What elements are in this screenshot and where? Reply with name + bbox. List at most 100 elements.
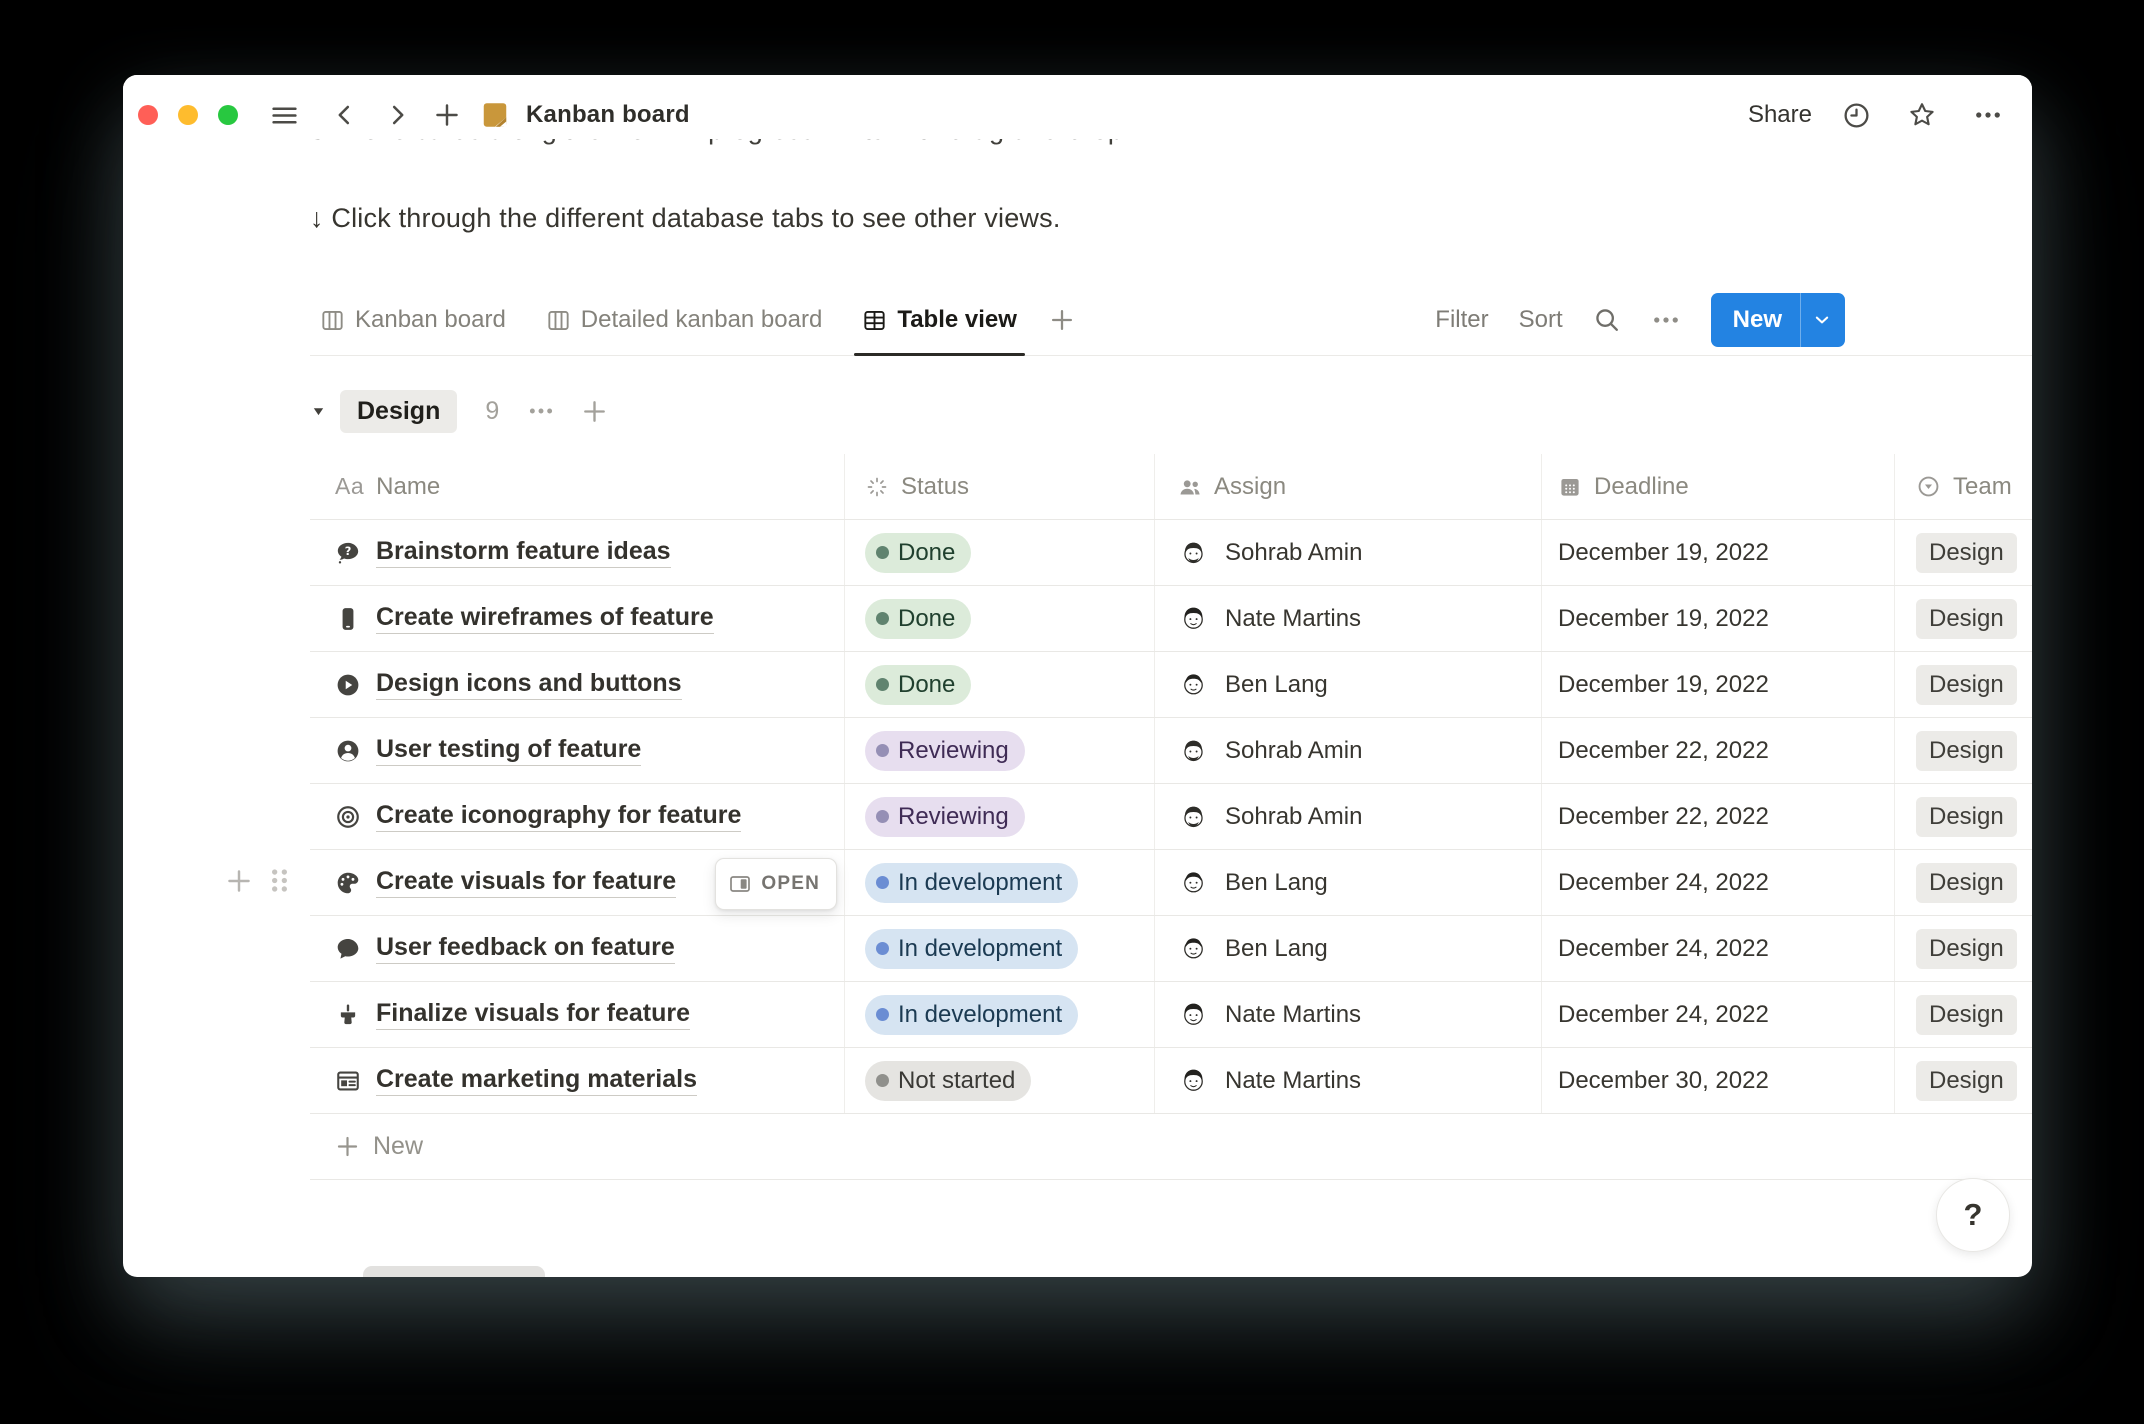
status-badge[interactable]: Done xyxy=(865,598,972,639)
new-button[interactable]: New xyxy=(1710,293,1845,347)
status-dot xyxy=(876,1074,889,1087)
deadline-cell[interactable]: December 19, 2022 xyxy=(1542,586,1895,651)
task-title[interactable]: Create marketing materials xyxy=(376,1065,697,1096)
filter-button[interactable]: Filter xyxy=(1435,306,1488,334)
deadline-cell[interactable]: December 19, 2022 xyxy=(1542,652,1895,717)
new-page-icon[interactable] xyxy=(433,101,461,129)
close-window-button[interactable] xyxy=(138,105,158,125)
new-row-button[interactable]: New xyxy=(310,1114,2032,1180)
tab-kanban-board[interactable]: Kanban board xyxy=(310,285,516,355)
sidebar-menu-icon[interactable] xyxy=(270,101,299,130)
add-row-icon[interactable] xyxy=(225,867,253,895)
status-badge[interactable]: Done xyxy=(865,664,972,705)
team-cell[interactable]: Design xyxy=(1895,916,2032,981)
team-cell[interactable]: Design xyxy=(1895,586,2032,651)
status-badge[interactable]: In development xyxy=(865,928,1079,969)
task-title[interactable]: Create iconography for feature xyxy=(376,801,742,832)
task-title[interactable]: Finalize visuals for feature xyxy=(376,999,690,1030)
tab-label: Kanban board xyxy=(355,306,506,333)
task-title[interactable]: Design icons and buttons xyxy=(376,669,682,700)
share-button[interactable]: Share xyxy=(1748,101,1812,129)
plus-icon xyxy=(335,1134,360,1159)
task-title[interactable]: Create wireframes of feature xyxy=(376,603,714,634)
updates-clock-icon[interactable] xyxy=(1842,101,1871,130)
assignee-cell[interactable]: Sohrab Amin xyxy=(1155,784,1542,849)
avatar xyxy=(1178,1065,1209,1096)
assignee-cell[interactable]: Ben Lang xyxy=(1155,652,1542,717)
team-cell[interactable]: Design xyxy=(1895,652,2032,717)
view-controls: Filter Sort New xyxy=(1435,293,1845,347)
team-badge: Design xyxy=(1916,598,2017,639)
avatar xyxy=(1178,933,1209,964)
task-title[interactable]: User feedback on feature xyxy=(376,933,675,964)
forward-icon[interactable] xyxy=(384,102,410,128)
open-page-button[interactable]: OPEN xyxy=(715,858,837,910)
status-badge[interactable]: Not started xyxy=(865,1060,1032,1101)
status-badge[interactable]: Reviewing xyxy=(865,796,1025,837)
page-title[interactable]: Kanban board xyxy=(526,101,690,129)
deadline-cell[interactable]: December 30, 2022 xyxy=(1542,1048,1895,1113)
status-dot xyxy=(876,678,889,691)
team-cell[interactable]: Design xyxy=(1895,784,2032,849)
status-dot xyxy=(876,744,889,757)
collapse-group-icon[interactable] xyxy=(310,403,327,420)
zoom-window-button[interactable] xyxy=(218,105,238,125)
people-icon xyxy=(1178,475,1202,499)
view-toolbar: Kanban board Detailed kanban board Table… xyxy=(310,285,2032,356)
assignee-cell[interactable]: Nate Martins xyxy=(1155,982,1542,1047)
tab-table-view[interactable]: Table view xyxy=(852,285,1027,356)
column-header-status[interactable]: Status xyxy=(845,454,1155,519)
deadline-cell[interactable]: December 22, 2022 xyxy=(1542,784,1895,849)
assignee-cell[interactable]: Ben Lang xyxy=(1155,850,1542,915)
back-icon[interactable] xyxy=(332,102,358,128)
task-title[interactable]: Create visuals for feature xyxy=(376,867,677,898)
help-button[interactable]: ? xyxy=(1936,1178,2010,1252)
team-cell[interactable]: Design xyxy=(1895,982,2032,1047)
assignee-cell[interactable]: Ben Lang xyxy=(1155,916,1542,981)
team-cell[interactable]: Design xyxy=(1895,520,2032,585)
status-badge[interactable]: In development xyxy=(865,994,1079,1035)
deadline-cell[interactable]: December 24, 2022 xyxy=(1542,850,1895,915)
tab-detailed-kanban-board[interactable]: Detailed kanban board xyxy=(536,285,833,355)
status-badge[interactable]: In development xyxy=(865,862,1079,903)
deadline-cell[interactable]: December 24, 2022 xyxy=(1542,982,1895,1047)
status-dot xyxy=(876,942,889,955)
task-title[interactable]: User testing of feature xyxy=(376,735,642,766)
column-header-deadline[interactable]: Deadline xyxy=(1542,454,1895,519)
person-icon xyxy=(335,738,361,764)
column-header-assign[interactable]: Assign xyxy=(1155,454,1542,519)
sort-button[interactable]: Sort xyxy=(1519,306,1563,334)
avatar xyxy=(1178,735,1209,766)
favorite-star-icon[interactable] xyxy=(1907,100,1937,130)
search-icon[interactable] xyxy=(1593,306,1621,334)
group-options-icon[interactable] xyxy=(527,397,555,425)
team-cell[interactable]: Design xyxy=(1895,718,2032,783)
view-options-icon[interactable] xyxy=(1651,305,1681,335)
team-cell[interactable]: Design xyxy=(1895,1048,2032,1113)
deadline-cell[interactable]: December 19, 2022 xyxy=(1542,520,1895,585)
team-badge: Design xyxy=(1916,994,2017,1035)
drag-handle-icon[interactable] xyxy=(265,863,294,898)
group-count: 9 xyxy=(485,396,500,425)
deadline-cell[interactable]: December 22, 2022 xyxy=(1542,718,1895,783)
status-badge[interactable]: Done xyxy=(865,532,972,573)
status-spinner-icon xyxy=(865,475,889,499)
assignee-cell[interactable]: Sohrab Amin xyxy=(1155,718,1542,783)
team-cell[interactable]: Design xyxy=(1895,850,2032,915)
group-name-badge[interactable]: Design xyxy=(340,389,458,433)
chevron-down-icon[interactable] xyxy=(1800,293,1845,347)
deadline-cell[interactable]: December 24, 2022 xyxy=(1542,916,1895,981)
minimize-window-button[interactable] xyxy=(178,105,198,125)
assignee-cell[interactable]: Sohrab Amin xyxy=(1155,520,1542,585)
assignee-cell[interactable]: Nate Martins xyxy=(1155,586,1542,651)
group-add-icon[interactable] xyxy=(581,398,608,425)
column-header-team[interactable]: Team xyxy=(1895,454,2032,519)
clipped-bottom-button xyxy=(363,1266,545,1277)
status-badge[interactable]: Reviewing xyxy=(865,730,1025,771)
more-options-icon[interactable] xyxy=(1973,100,2003,130)
task-title[interactable]: Brainstorm feature ideas xyxy=(376,537,671,568)
column-header-name[interactable]: Aa Name xyxy=(310,454,845,519)
assignee-cell[interactable]: Nate Martins xyxy=(1155,1048,1542,1113)
avatar xyxy=(1178,999,1209,1030)
add-view-icon[interactable] xyxy=(1049,307,1075,333)
